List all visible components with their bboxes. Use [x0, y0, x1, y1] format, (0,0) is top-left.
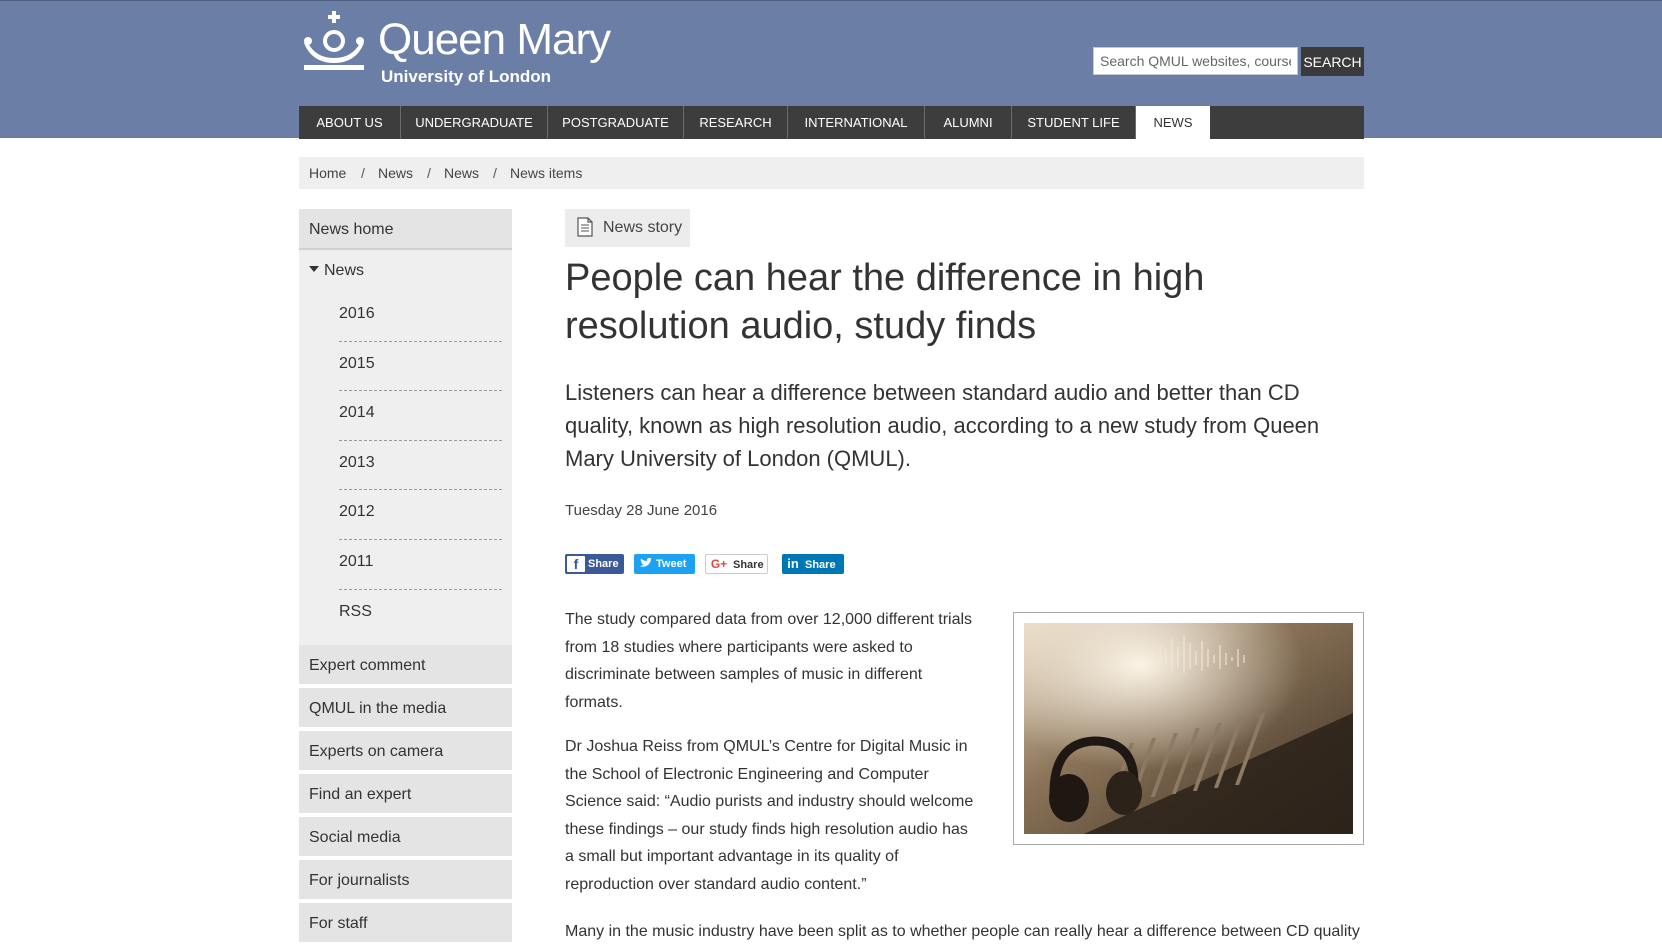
sidebar-item-news-home[interactable]: News home: [299, 209, 512, 250]
search-button[interactable]: SEARCH: [1301, 47, 1364, 76]
nav-research[interactable]: RESEARCH: [684, 106, 788, 139]
sidebar-subitem-2014[interactable]: 2014: [339, 391, 502, 441]
sidebar-item-find-an-expert[interactable]: Find an expert: [299, 774, 512, 816]
sidebar-item-for-journalists[interactable]: For journalists: [299, 860, 512, 902]
nav-student-life[interactable]: STUDENT LIFE: [1012, 106, 1136, 139]
sidebar-subitem-rss[interactable]: RSS: [339, 590, 502, 640]
nav-news[interactable]: NEWS: [1136, 106, 1210, 139]
article-paragraph-2: Dr Joshua Reiss from QMUL’s Centre for D…: [565, 738, 974, 893]
content-type-badge: News story: [565, 209, 690, 247]
facebook-share-button[interactable]: f Share: [565, 554, 624, 574]
google-plus-share-button[interactable]: G+ Share: [705, 554, 768, 574]
article-paragraph-1: The study compared data from over 12,000…: [565, 611, 973, 711]
nav-alumni[interactable]: ALUMNI: [925, 106, 1012, 139]
breadcrumb-separator: /: [361, 165, 365, 181]
document-icon: [577, 217, 593, 237]
caret-down-icon: [309, 265, 319, 272]
logo-title: Queen Mary: [378, 15, 611, 64]
nav-about-us[interactable]: ABOUT US: [299, 106, 401, 139]
sidebar: News home News 2016 2015 2014 2013 2012 …: [299, 209, 512, 946]
content-type-label: News story: [603, 219, 683, 236]
article-paragraph-3: Many in the music industry have been spl…: [565, 923, 1360, 940]
sidebar-sublist: 2016 2015 2014 2013 2012 2011 RSS: [299, 292, 512, 646]
facebook-share-label: Share: [588, 558, 619, 570]
site-header: Queen Mary University of London SEARCH A…: [0, 0, 1662, 139]
search-input[interactable]: [1093, 47, 1298, 75]
linkedin-share-button[interactable]: in Share: [782, 554, 844, 574]
breadcrumb-news[interactable]: News: [378, 157, 413, 189]
main-navigation: ABOUT US UNDERGRADUATE POSTGRADUATE RESE…: [299, 106, 1364, 139]
sidebar-item-news[interactable]: News: [299, 250, 512, 292]
sidebar-subitem-2012[interactable]: 2012: [339, 490, 502, 540]
linkedin-share-label: Share: [805, 559, 836, 571]
breadcrumb-news-2[interactable]: News: [444, 157, 479, 189]
sidebar-item-for-staff[interactable]: For staff: [299, 903, 512, 945]
twitter-tweet-label: Tweet: [656, 558, 687, 570]
sidebar-subitem-2015[interactable]: 2015: [339, 342, 502, 392]
nav-international[interactable]: INTERNATIONAL: [788, 106, 925, 139]
breadcrumb: Home / News / News / News items: [299, 157, 1364, 189]
nav-undergraduate[interactable]: UNDERGRADUATE: [401, 106, 548, 139]
sidebar-item-expert-comment[interactable]: Expert comment: [299, 645, 512, 687]
facebook-icon: f: [567, 556, 585, 572]
logo-subtitle: University of London: [381, 67, 551, 86]
crown-icon: [304, 11, 364, 70]
article-lead: Listeners can hear a difference between …: [565, 380, 1320, 471]
breadcrumb-news-items: News items: [510, 165, 583, 181]
linkedin-icon: in: [787, 556, 799, 571]
breadcrumb-home[interactable]: Home: [309, 157, 346, 189]
breadcrumb-separator: /: [493, 165, 497, 181]
sidebar-subitem-2011[interactable]: 2011: [339, 540, 502, 590]
article-date: Tuesday 28 June 2016: [565, 502, 718, 519]
sidebar-item-qmul-in-the-media[interactable]: QMUL in the media: [299, 688, 512, 730]
sidebar-subitem-2016[interactable]: 2016: [339, 292, 502, 342]
twitter-tweet-button[interactable]: Tweet: [634, 554, 695, 574]
breadcrumb-separator: /: [427, 165, 431, 181]
article-image: [1013, 612, 1364, 845]
sidebar-item-experts-on-camera[interactable]: Experts on camera: [299, 731, 512, 773]
article-title: People can hear the difference in high r…: [565, 257, 1205, 347]
headphones-mixing-desk-image: [1024, 623, 1353, 834]
google-plus-share-label: Share: [733, 559, 764, 571]
nav-postgraduate[interactable]: POSTGRADUATE: [548, 106, 684, 139]
qmul-logo[interactable]: Queen Mary University of London: [298, 11, 611, 91]
sidebar-item-label: News: [324, 262, 365, 279]
sidebar-subitem-2013[interactable]: 2013: [339, 441, 502, 491]
twitter-bird-icon: [639, 554, 653, 574]
google-plus-icon: G+: [710, 557, 728, 571]
sidebar-item-social-media[interactable]: Social media: [299, 817, 512, 859]
